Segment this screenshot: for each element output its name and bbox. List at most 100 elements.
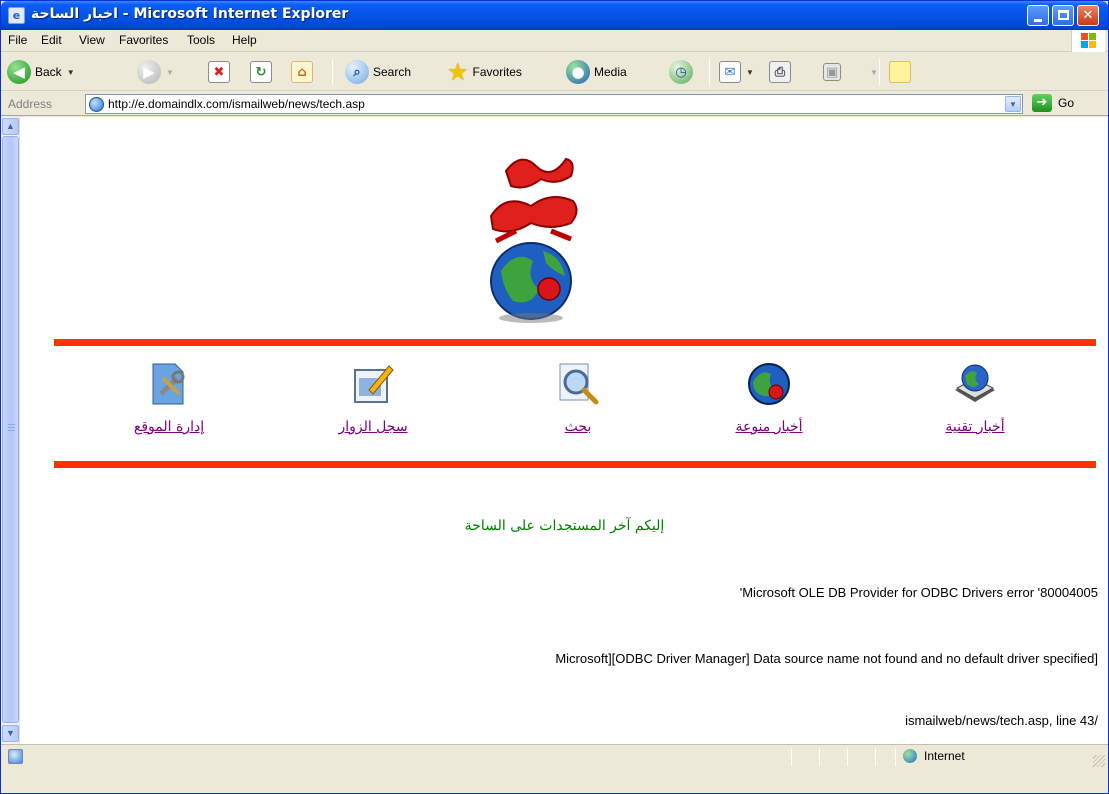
refresh-icon: ↻ [250, 61, 272, 83]
edit-button[interactable]: ▣ [823, 58, 841, 86]
windows-flag-icon [1081, 33, 1097, 49]
go-arrow-icon: ➔ [1032, 94, 1052, 112]
error-line-1: 'Microsoft OLE DB Provider for ODBC Driv… [739, 585, 1098, 600]
internet-zone-icon [903, 749, 917, 763]
favorites-star-icon: ★ [447, 58, 469, 86]
standard-toolbar: ◀ Back ▼ ▶ ▼ ✖ ↻ ⌂ ⌕ Search ★ Favorites … [1, 53, 1108, 91]
back-label: Back [35, 65, 62, 79]
forward-dropdown-icon[interactable]: ▼ [166, 68, 174, 77]
menu-tools[interactable]: Tools [187, 33, 215, 47]
top-divider [54, 339, 1096, 346]
nav-tech-news[interactable]: أخبار تقنية [905, 360, 1045, 435]
back-arrow-icon: ◀ [7, 60, 31, 84]
grip-line [8, 427, 15, 428]
grip-line [8, 430, 15, 431]
favorites-button[interactable]: ★ Favorites [447, 58, 522, 86]
scroll-down-button[interactable]: ▼ [2, 725, 19, 742]
address-field[interactable]: http://e.domaindlx.com/ismailweb/news/te… [85, 94, 1023, 114]
status-separator [895, 748, 896, 766]
nav-search[interactable]: بحث [508, 360, 648, 435]
grip-line [8, 424, 15, 425]
windows-logo [1071, 30, 1105, 52]
resize-grip[interactable] [1093, 755, 1105, 767]
error-line-3: ismailweb/news/tech.asp, line 43/ [905, 713, 1098, 728]
minimize-button[interactable] [1027, 5, 1049, 26]
globe-book-icon [955, 364, 995, 402]
window-title: اخبار الساحة - Microsoft Internet Explor… [31, 6, 349, 22]
nav-guestbook[interactable]: سجل الزوار [303, 360, 443, 435]
ie-page-icon: e [8, 7, 25, 24]
status-separator [791, 748, 792, 766]
menu-view[interactable]: View [79, 33, 105, 47]
go-button[interactable]: ➔ Go [1032, 94, 1074, 112]
media-label: Media [594, 65, 627, 79]
nav-link-label[interactable]: أخبار منوعة [699, 419, 839, 435]
web-page: أخبار تقنية أخبار منوعة بحث سجل الزوار إ… [21, 117, 1108, 744]
address-url[interactable]: http://e.domaindlx.com/ismailweb/news/te… [108, 97, 365, 111]
print-icon: ⎙ [769, 61, 791, 83]
menu-bar: File Edit View Favorites Tools Help [1, 30, 1108, 52]
mail-dropdown-icon[interactable]: ▼ [746, 68, 754, 77]
search-icon: ⌕ [345, 60, 369, 84]
maximize-icon [1058, 10, 1069, 20]
media-button[interactable]: ● Media [566, 58, 627, 86]
status-separator [875, 748, 876, 766]
search-label: Search [373, 65, 412, 79]
back-dropdown-icon[interactable]: ▼ [67, 68, 75, 77]
toolbar-separator [332, 59, 333, 85]
magnifier-icon [559, 363, 599, 405]
close-icon: ✕ [1082, 8, 1094, 23]
stop-button[interactable]: ✖ [208, 58, 230, 86]
address-dropdown-icon[interactable]: ▼ [1005, 96, 1021, 112]
back-button[interactable]: ◀ Back ▼ [7, 58, 75, 86]
intro-heading: إليكم آخر المستجدات على الساحة [464, 518, 665, 534]
status-separator [819, 748, 820, 766]
messenger-button[interactable] [889, 58, 911, 86]
mail-icon: ✉ [719, 61, 741, 83]
menu-edit[interactable]: Edit [41, 33, 62, 47]
nav-link-label[interactable]: إدارة الموقع [99, 419, 239, 435]
mail-button[interactable]: ✉ ▼ [719, 58, 754, 86]
note-icon [889, 61, 911, 83]
maximize-button[interactable] [1052, 5, 1074, 26]
print-button[interactable]: ⎙ [769, 58, 791, 86]
toolbar-separator [879, 59, 880, 85]
guestbook-icon [354, 365, 394, 403]
refresh-button[interactable]: ↻ [250, 58, 272, 86]
menu-favorites[interactable]: Favorites [119, 33, 168, 47]
edit-dropdown-icon[interactable]: ▼ [870, 68, 878, 77]
media-icon: ● [566, 60, 590, 84]
toolbar-separator [709, 59, 710, 85]
forward-arrow-icon: ▶ [137, 60, 161, 84]
site-logo [489, 157, 578, 323]
status-bar: Internet [1, 744, 1108, 793]
menu-file[interactable]: File [8, 33, 27, 47]
scroll-up-button[interactable]: ▲ [2, 118, 19, 135]
nav-various-news[interactable]: أخبار منوعة [699, 360, 839, 435]
scroll-thumb[interactable] [2, 136, 19, 723]
status-separator [847, 748, 848, 766]
search-button[interactable]: ⌕ Search [345, 58, 411, 86]
home-icon: ⌂ [291, 61, 313, 83]
nav-site-admin[interactable]: إدارة الموقع [99, 360, 239, 435]
go-label: Go [1058, 96, 1075, 110]
history-button[interactable]: ◷ [669, 58, 693, 86]
bottom-divider [54, 461, 1096, 468]
admin-tools-icon [152, 363, 185, 405]
globe-icon [748, 363, 790, 405]
vertical-scrollbar[interactable]: ▲ ▼ [1, 117, 20, 744]
forward-button[interactable]: ▶ ▼ [137, 58, 174, 86]
browser-viewport: ▲ ▼ أخبار تقنية أخبار منوعة بحث سجل الزو… [1, 117, 1108, 744]
page-status-icon [8, 749, 23, 764]
close-button[interactable]: ✕ [1077, 5, 1099, 26]
home-button[interactable]: ⌂ [291, 58, 313, 86]
nav-link-label[interactable]: بحث [508, 419, 648, 435]
minimize-icon [1034, 19, 1042, 22]
nav-link-label[interactable]: أخبار تقنية [905, 419, 1045, 435]
menu-help[interactable]: Help [232, 33, 257, 47]
nav-link-label[interactable]: سجل الزوار [303, 419, 443, 435]
edit-icon: ▣ [823, 63, 841, 81]
title-bar[interactable]: e اخبار الساحة - Microsoft Internet Expl… [1, 1, 1108, 30]
address-bar: Address http://e.domaindlx.com/ismailweb… [1, 92, 1108, 116]
stop-icon: ✖ [208, 61, 230, 83]
